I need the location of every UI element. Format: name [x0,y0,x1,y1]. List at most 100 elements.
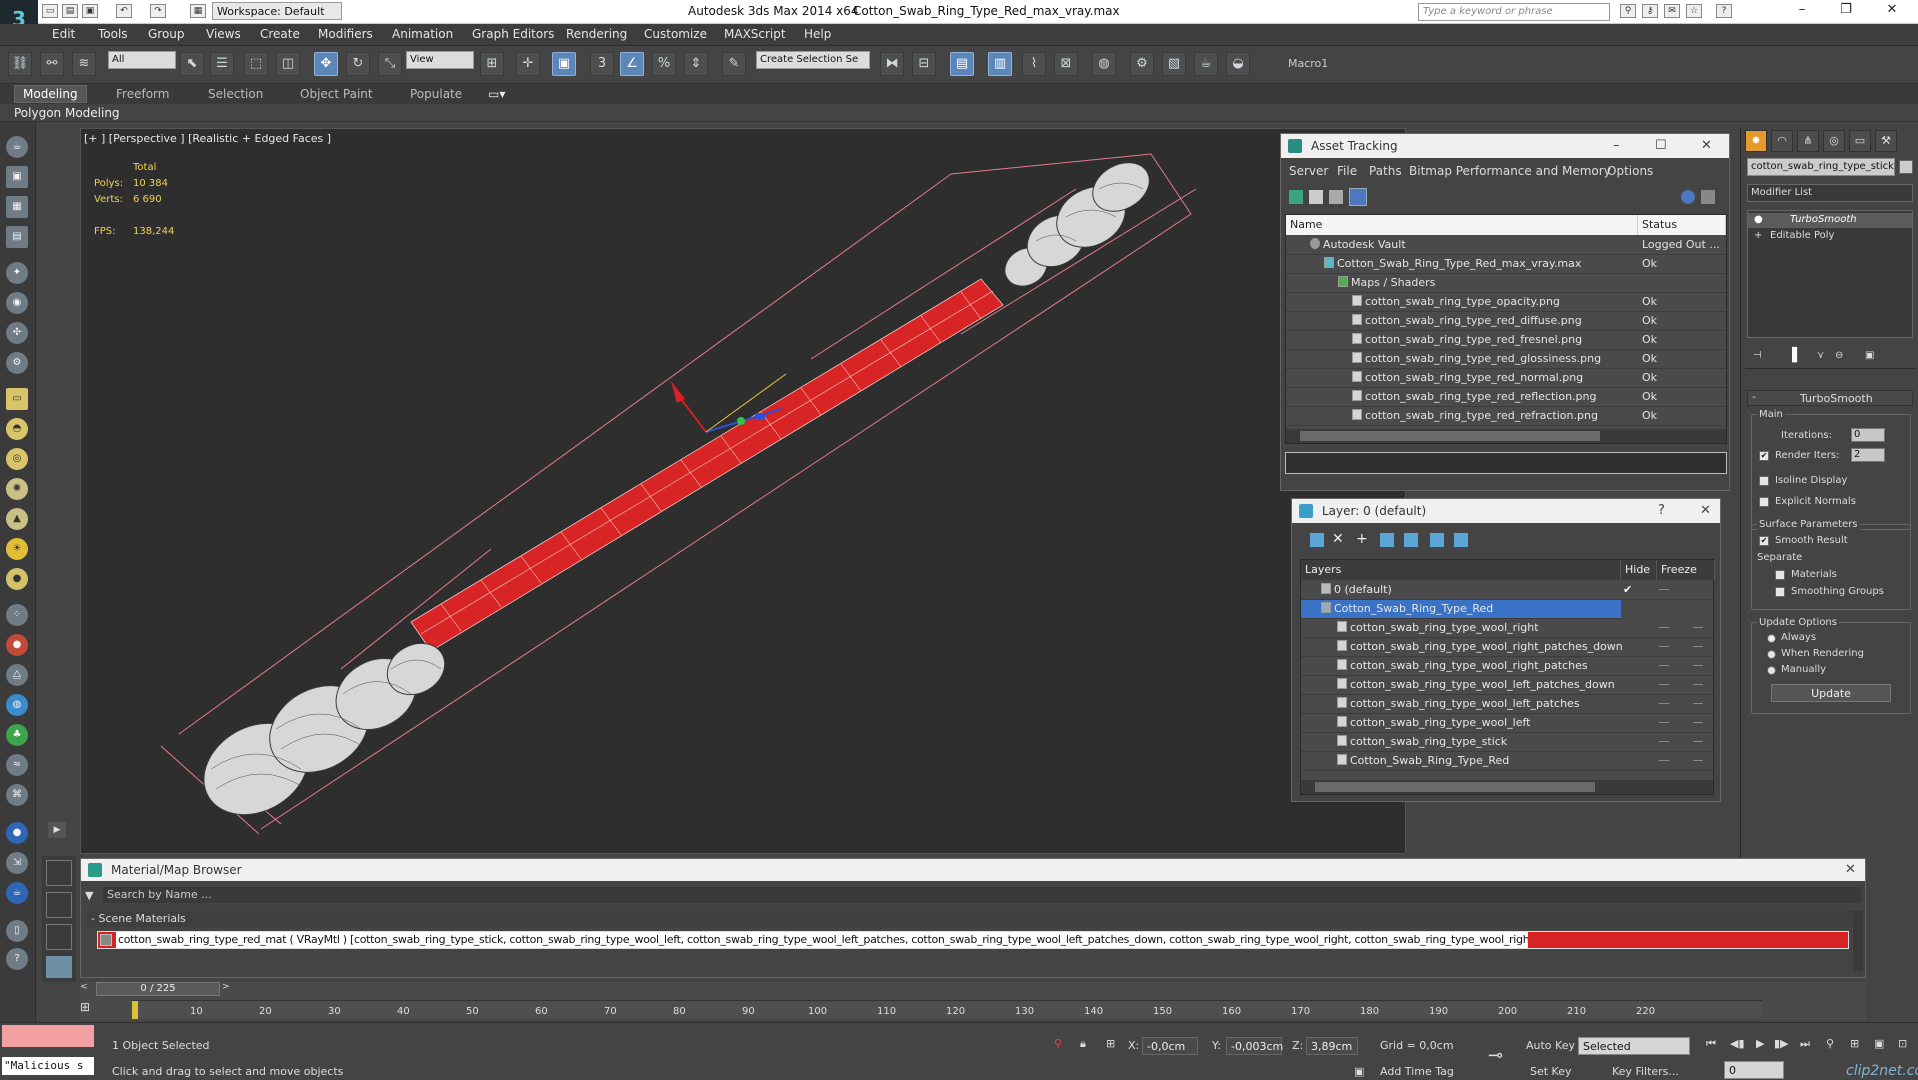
viewport-label[interactable]: [+ ] [Perspective ] [Realistic + Edged F… [84,132,331,145]
edit-named-selection-icon[interactable]: ✎ [722,52,746,76]
snaps-toggle-icon[interactable]: 3 [590,52,614,76]
select-object-icon[interactable]: ⬉ [180,52,204,76]
menu-modifiers[interactable]: Modifiers [318,27,373,41]
favorites-icon[interactable]: ☆ [1686,4,1702,18]
show-end-result-icon[interactable]: ▐ [1787,348,1797,363]
toggle-scene-explorer-icon[interactable]: ▤ [950,52,974,76]
angle-snap-icon[interactable]: ∠ [620,52,644,76]
auto-key-button[interactable]: Auto Key [1526,1039,1575,1052]
freeze-toggle[interactable] [1693,722,1703,723]
configure-sets-icon[interactable]: ▣ [1865,350,1874,361]
hide-toggle[interactable] [1659,665,1669,666]
table-view-icon[interactable] [1349,188,1367,206]
time-tag-icon[interactable]: ▣ [1354,1065,1364,1078]
selection-filter-dropdown[interactable]: All [108,51,176,69]
project-folder-icon[interactable]: ▦ [190,4,206,18]
pivot-center-icon[interactable]: ⊞ [480,52,504,76]
tripod-icon[interactable]: ⧋ [6,664,28,686]
hide-toggle[interactable] [1659,722,1669,723]
tab-populate[interactable]: Populate [410,87,462,101]
select-and-rotate-icon[interactable]: ↻ [346,52,370,76]
toggle-layer-explorer-icon[interactable]: ▥ [988,52,1012,76]
menu-group[interactable]: Group [148,27,185,41]
menu-edit[interactable]: Edit [52,27,75,41]
tracking-options-icon[interactable] [1701,190,1715,204]
select-manipulate-icon[interactable]: ✛ [516,52,540,76]
vertical-scrollbar[interactable] [1853,911,1863,971]
next-frame-icon[interactable]: ▮▶ [1774,1037,1789,1050]
create-tab-icon[interactable]: ✸ [1745,130,1767,152]
window-crossing-icon[interactable]: ◫ [276,52,300,76]
unlink-icon[interactable]: ⚯ [40,52,64,76]
hide-all-icon[interactable] [1430,533,1444,547]
layout-single-icon[interactable] [46,956,72,978]
help-icon[interactable]: ? [1716,4,1732,18]
workspace-dropdown[interactable]: Workspace: Default [212,2,342,20]
menu-paths[interactable]: Paths [1369,164,1402,178]
new-layer-icon[interactable] [1310,533,1324,547]
hide-toggle[interactable] [1659,684,1669,685]
spinner-snap-icon[interactable]: ⇕ [684,52,708,76]
zoom-extents-icon[interactable]: ▣ [1874,1037,1884,1050]
material-search-input[interactable]: Search by Name ... [103,887,1861,903]
reference-coordinate-dropdown[interactable]: View [406,51,474,69]
tab-selection[interactable]: Selection [208,87,263,101]
always-radio[interactable] [1767,634,1776,643]
object-color-swatch[interactable] [1899,160,1913,174]
object-row[interactable]: cotton_swab_ring_type_wool_right [1301,619,1713,638]
col-freeze[interactable]: Freeze [1657,560,1715,580]
object-row[interactable]: cotton_swab_ring_type_stick [1301,733,1713,752]
object-row[interactable]: cotton_swab_ring_type_wool_left_patches_… [1301,676,1713,695]
communication-icon[interactable]: ✉ [1664,4,1680,18]
maximize-icon[interactable]: ☐ [1655,138,1667,153]
menu-file[interactable]: File [1337,164,1357,178]
render-iters-spinner[interactable]: 2 [1851,448,1885,462]
rendered-frame-window-icon[interactable]: ▧ [1162,52,1186,76]
set-key-button[interactable]: Set Key [1530,1065,1572,1078]
table-row[interactable]: cotton_swab_ring_type_red_reflection.png… [1286,388,1726,407]
cone-icon[interactable]: ▲ [6,508,28,530]
freeze-toggle[interactable] [1693,703,1703,704]
col-name[interactable]: Name [1286,215,1638,235]
table-row[interactable]: cotton_swab_ring_type_red_diffuse.png Ok [1286,312,1726,331]
maxscript-input[interactable]: "Malicious s [2,1057,94,1075]
z-coordinate-field[interactable]: 3,89cm [1306,1037,1358,1055]
menu-create[interactable]: Create [260,27,300,41]
highlight-layer-icon[interactable] [1404,533,1418,547]
freeze-toggle[interactable] [1693,627,1703,628]
thumbnail-view-icon[interactable] [1329,190,1343,204]
redo-icon[interactable]: ↷ [150,4,166,18]
keyboard-shortcut-override-icon[interactable]: ▣ [552,52,576,76]
rollout-header[interactable]: - TurboSmooth [1747,390,1913,406]
menu-options[interactable]: Options [1607,164,1653,178]
freeze-toggle[interactable] [1693,665,1703,666]
material-entry[interactable]: cotton_swab_ring_type_red_mat ( VRayMtl … [97,931,1849,949]
menu-help[interactable]: Help [804,27,831,41]
helper-icon[interactable]: ✣ [6,322,28,344]
hide-toggle[interactable] [1659,627,1669,628]
menu-bitmap-performance[interactable]: Bitmap Performance and Memory [1409,164,1611,178]
object-row[interactable]: cotton_swab_ring_type_wool_right_patches… [1301,638,1713,657]
particle-icon[interactable]: ⁘ [6,604,28,626]
stack-item-editable-poly[interactable]: + Editable Poly [1748,229,1912,244]
refresh-icon[interactable] [1289,190,1303,204]
macro-label[interactable]: Macro1 [1288,57,1328,70]
motion-tab-icon[interactable]: ◎ [1823,130,1845,152]
table-row[interactable]: Cotton_Swab_Ring_Type_Red_max_vray.max Ok [1286,255,1726,274]
ribbon-options-icon[interactable]: ▭▾ [488,87,505,101]
time-next-icon[interactable]: > [222,982,236,994]
menu-maxscript[interactable]: MAXScript [724,27,786,41]
absolute-mode-icon[interactable]: ⊞ [1106,1037,1115,1050]
layout-triple-icon[interactable] [46,924,72,950]
key-filters-button[interactable]: Key Filters... [1612,1065,1679,1078]
horizontal-scrollbar[interactable] [1301,780,1713,794]
percent-snap-icon[interactable]: % [652,52,676,76]
menu-server[interactable]: Server [1289,164,1328,178]
time-prev-icon[interactable]: < [80,982,94,994]
prev-frame-icon[interactable]: ◀▮ [1730,1037,1745,1050]
mirror-icon[interactable]: ⧓ [880,52,904,76]
asset-tracking-titlebar[interactable]: Asset Tracking – ☐ ✕ [1281,134,1729,158]
table-row[interactable]: cotton_swab_ring_type_red_refraction.png… [1286,407,1726,426]
table-row[interactable]: Autodesk Vault Logged Out ... [1286,236,1726,255]
plane-icon[interactable]: ▤ [6,226,28,248]
